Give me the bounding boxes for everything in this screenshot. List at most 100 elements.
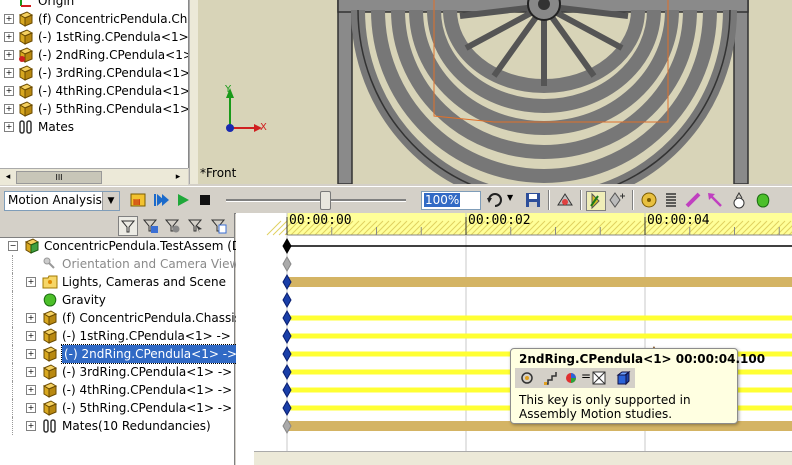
damper-icon[interactable] [684,191,702,209]
timeline-panel[interactable]: 00:00:0000:00:0200:00:0400:00:0600:00:08… [236,213,792,465]
collapse-icon[interactable]: − [8,241,18,251]
filter-icon[interactable] [118,216,138,236]
tree-item[interactable]: + (-) 4thRing.CPendula<1> -> [0,82,188,100]
tooltip-title: 2ndRing.CPendula<1> 00:00:04.100 [519,352,766,366]
spring-icon[interactable] [662,191,680,209]
tree-item[interactable]: Origin [0,0,188,10]
component-icon [616,370,631,386]
gravity-icon[interactable] [754,191,772,209]
scroll-left-icon[interactable]: ◂ [2,171,14,183]
tree-item-label: (-) 4thRing.CPendula<1> -> [62,383,233,397]
tree-root-label: ConcentricPendula.TestAssem (Def [44,239,253,253]
calculate-icon[interactable]: ▤ [130,191,148,209]
tree-line [12,309,14,327]
scroll-right-icon[interactable]: ▸ [172,171,184,183]
filter-driving-icon[interactable] [163,216,181,234]
slider-thumb[interactable] [320,191,331,210]
lights-folder-icon [42,274,58,290]
filter-animated-icon[interactable] [141,216,159,234]
motion-toolbar: Motion Analysis ▼ ▤ 100% ▼ [0,186,792,214]
expand-icon[interactable]: + [26,385,36,395]
expand-icon[interactable]: + [26,403,36,413]
part-icon [18,65,34,81]
graphics-viewport[interactable]: Y X *Front [198,0,792,184]
add-key-icon[interactable] [608,191,626,209]
timeline-tracks[interactable] [236,213,792,465]
contact-icon[interactable] [730,191,748,209]
timeline-track [287,333,792,339]
expand-icon[interactable]: + [4,122,14,132]
key-point [282,381,292,399]
tree-item-label: (-) 5thRing.CPendula<1> -> [38,102,189,116]
play-from-start-icon[interactable] [152,191,170,209]
animation-wizard-icon[interactable] [556,191,574,209]
tree-item[interactable]: + (-) 3rdRing.CPendula<1> -> [0,64,188,82]
filter-selected-icon[interactable] [186,216,204,234]
tree-item[interactable]: + (f) ConcentricPendula.Chass [0,10,188,28]
chevron-down-icon[interactable]: ▼ [507,193,513,202]
tree-line [12,381,14,399]
triad-y-label: Y [225,84,232,95]
chevron-down-icon[interactable]: ▼ [102,192,119,210]
expand-icon[interactable]: + [26,277,36,287]
view-name: *Front [200,166,237,180]
part-icon [42,382,58,398]
tree-item-label: Mates(10 Redundancies) [62,419,211,433]
autokey-icon[interactable] [586,191,606,211]
study-type-select[interactable]: Motion Analysis ▼ [4,191,120,211]
play-icon[interactable] [174,191,192,209]
ruler-hatch [272,220,288,236]
part-icon [18,101,34,117]
appearance-icon [566,373,576,383]
expand-icon[interactable]: + [26,313,36,323]
motor-icon[interactable] [640,191,658,209]
tree-item-label: (-) 2ndRing.CPendula<1> -> [60,344,241,364]
mates-icon [18,119,34,135]
save-animation-icon[interactable] [524,191,542,209]
tree-item[interactable]: + (-) 5thRing.CPendula<1> -> [0,100,188,118]
expand-icon[interactable]: + [4,104,14,114]
filter-results-icon[interactable] [209,216,227,234]
time-tick-label: 00:00:02 [468,213,531,228]
tree-vertical-scrollbar[interactable] [189,0,198,184]
stop-icon[interactable] [196,191,214,209]
expand-icon[interactable]: + [4,86,14,96]
zoom-select[interactable]: 100% [421,191,481,210]
expand-icon[interactable]: + [4,32,14,42]
playback-speed-slider[interactable] [226,199,406,202]
key-point [282,399,292,417]
tree-item-label: (-) 3rdRing.CPendula<1> -> [38,66,189,80]
tree-line [12,291,14,309]
time-tick-label: 00:00:04 [647,213,710,228]
scroll-thumb[interactable]: III [16,171,102,184]
tree-item[interactable]: + (-) 2ndRing.CPendula<1> -> [0,46,188,64]
expand-icon[interactable]: + [4,14,14,24]
part-icon [18,47,34,63]
tree-line [12,255,14,273]
expand-icon[interactable]: + [4,68,14,78]
tree-item-label: (-) 1stRing.CPendula<1> -> [38,30,189,44]
toolbar-separator [632,190,634,210]
tree-item[interactable]: + (-) 1stRing.CPendula<1> -> [0,28,188,46]
expand-icon[interactable]: + [26,421,36,431]
motion-manager-tree: − ConcentricPendula.TestAssem (Def Orienta… [0,213,259,465]
toolbar-separator [580,190,582,210]
tree-item-label: Origin [38,0,75,8]
tooltip-icon-strip: = [515,368,635,388]
tree-horizontal-scrollbar[interactable]: ◂ III ▸ [0,168,188,185]
force-icon[interactable] [706,191,724,209]
camera-icon [42,256,58,272]
timeline-horizontal-scrollbar[interactable] [254,451,792,465]
playback-mode-icon[interactable] [486,191,504,209]
expand-icon[interactable]: + [26,331,36,341]
tree-item[interactable]: + Mates [0,118,188,136]
key-point [282,237,292,255]
expand-icon[interactable]: + [26,367,36,377]
tree-item-label: (-) 4thRing.CPendula<1> -> [38,84,189,98]
expand-icon[interactable]: + [4,50,14,60]
position-icon [544,372,557,385]
part-icon [42,328,58,344]
triad-x-label: X [260,122,267,133]
tree-item-label: Gravity [62,293,106,307]
expand-icon[interactable]: + [26,349,36,359]
